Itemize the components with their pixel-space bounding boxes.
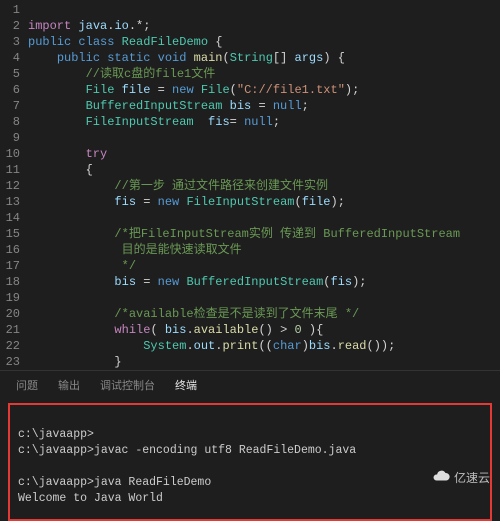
- code-line[interactable]: while( bis.available() > 0 ){: [28, 322, 500, 338]
- code-line[interactable]: [28, 130, 500, 146]
- line-number: 1: [0, 2, 20, 18]
- line-number-gutter: 1234567891011121314151617181920212223: [0, 0, 28, 370]
- line-number: 14: [0, 210, 20, 226]
- code-line[interactable]: */: [28, 258, 500, 274]
- line-number: 8: [0, 114, 20, 130]
- line-number: 3: [0, 34, 20, 50]
- line-number: 17: [0, 258, 20, 274]
- code-line[interactable]: import java.io.*;: [28, 18, 500, 34]
- line-number: 10: [0, 146, 20, 162]
- watermark-text: 亿速云: [454, 469, 490, 486]
- code-line[interactable]: 目的是能快速读取文件: [28, 242, 500, 258]
- line-number: 18: [0, 274, 20, 290]
- code-line[interactable]: FileInputStream fis= null;: [28, 114, 500, 130]
- line-number: 6: [0, 82, 20, 98]
- code-line[interactable]: //读取c盘的file1文件: [28, 66, 500, 82]
- code-line[interactable]: try: [28, 146, 500, 162]
- line-number: 7: [0, 98, 20, 114]
- code-line[interactable]: {: [28, 162, 500, 178]
- code-line[interactable]: /*把FileInputStream实例 传递到 BufferedInputSt…: [28, 226, 500, 242]
- code-line[interactable]: bis = new BufferedInputStream(fis);: [28, 274, 500, 290]
- code-area[interactable]: import java.io.*;public class ReadFileDe…: [28, 0, 500, 370]
- code-line[interactable]: }: [28, 354, 500, 370]
- line-number: 4: [0, 50, 20, 66]
- line-number: 21: [0, 322, 20, 338]
- code-line[interactable]: System.out.print((char)bis.read());: [28, 338, 500, 354]
- line-number: 12: [0, 178, 20, 194]
- line-number: 15: [0, 226, 20, 242]
- cloud-icon: [432, 467, 450, 488]
- line-number: 19: [0, 290, 20, 306]
- line-number: 23: [0, 354, 20, 370]
- line-number: 11: [0, 162, 20, 178]
- terminal-line: c:\javaapp>java ReadFileDemo: [18, 476, 211, 489]
- terminal-line: Welcome to Java World: [18, 492, 163, 505]
- line-number: 20: [0, 306, 20, 322]
- code-line[interactable]: [28, 290, 500, 306]
- tab-terminal[interactable]: 终端: [175, 377, 197, 393]
- terminal-panel[interactable]: c:\javaapp> c:\javaapp>javac -encoding u…: [8, 403, 492, 521]
- line-number: 5: [0, 66, 20, 82]
- line-number: 16: [0, 242, 20, 258]
- tab-output[interactable]: 输出: [58, 377, 80, 393]
- terminal-line: c:\javaapp>javac -encoding utf8 ReadFile…: [18, 444, 356, 457]
- code-editor[interactable]: 1234567891011121314151617181920212223 im…: [0, 0, 500, 370]
- line-number: 9: [0, 130, 20, 146]
- tab-problems[interactable]: 问题: [16, 377, 38, 393]
- line-number: 22: [0, 338, 20, 354]
- watermark: 亿速云: [432, 467, 490, 488]
- code-line[interactable]: fis = new FileInputStream(file);: [28, 194, 500, 210]
- terminal-line: c:\javaapp>: [18, 428, 94, 441]
- tab-debug-console[interactable]: 调试控制台: [100, 377, 155, 393]
- code-line[interactable]: public class ReadFileDemo {: [28, 34, 500, 50]
- code-line[interactable]: //第一步 通过文件路径来创建文件实例: [28, 178, 500, 194]
- code-line[interactable]: /*available检查是不是读到了文件末尾 */: [28, 306, 500, 322]
- code-line[interactable]: public static void main(String[] args) {: [28, 50, 500, 66]
- panel-tabs: 问题 输出 调试控制台 终端: [0, 370, 500, 399]
- code-line[interactable]: [28, 2, 500, 18]
- code-line[interactable]: File file = new File("C://file1.txt");: [28, 82, 500, 98]
- line-number: 2: [0, 18, 20, 34]
- line-number: 13: [0, 194, 20, 210]
- code-line[interactable]: [28, 210, 500, 226]
- code-line[interactable]: BufferedInputStream bis = null;: [28, 98, 500, 114]
